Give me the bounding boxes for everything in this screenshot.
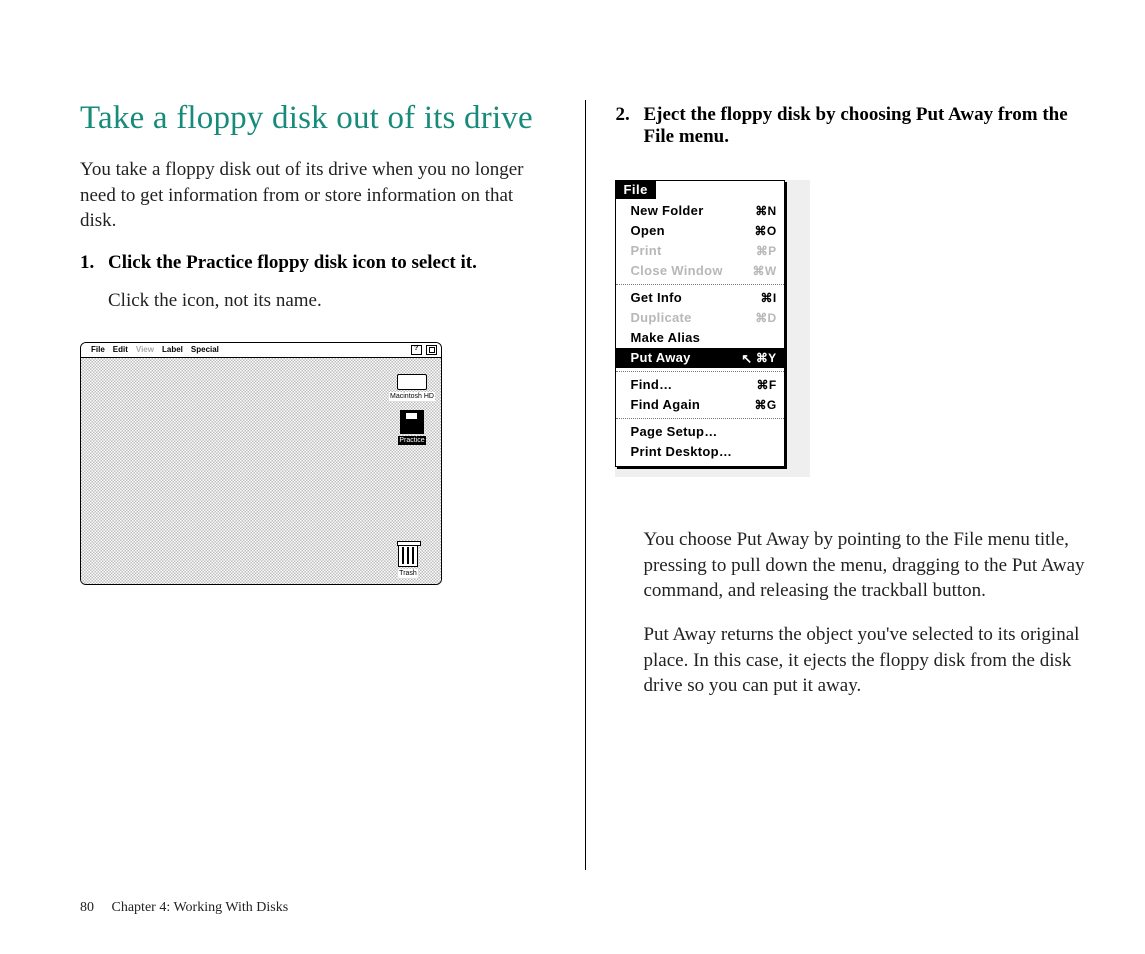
menubar-view: View: [136, 345, 154, 354]
file-menu-dropdown: File New Folder⌘NOpen⌘OPrint⌘PClose Wind…: [615, 180, 785, 467]
menu-item-shortcut: ⌘F: [757, 376, 777, 394]
menu-item-find[interactable]: Find… ⌘F: [616, 375, 784, 395]
step-2-number: 2.: [615, 104, 643, 148]
explanation-paragraph-1: You choose Put Away by pointing to the F…: [643, 527, 1085, 604]
menu-item-get-info[interactable]: Get Info ⌘I: [616, 288, 784, 308]
left-column: Take a floppy disk out of its drive You …: [80, 100, 585, 870]
menu-item-make-alias[interactable]: Make Alias: [616, 328, 784, 348]
menu-item-label: Print: [630, 242, 661, 260]
hard-disk-icon: [397, 374, 427, 390]
menu-item-find-again[interactable]: Find Again ⌘G: [616, 395, 784, 415]
menu-item-duplicate: Duplicate ⌘D: [616, 308, 784, 328]
menubar-special[interactable]: Special: [191, 345, 219, 354]
menu-item-close-window: Close Window ⌘W: [616, 261, 784, 281]
menu-item-print-desktop[interactable]: Print Desktop…: [616, 442, 784, 462]
menubar-label[interactable]: Label: [162, 345, 183, 354]
mouse-cursor-icon: ↖: [741, 350, 752, 368]
menu-item-shortcut: ⌘D: [755, 309, 776, 327]
menu-item-label: Close Window: [630, 262, 722, 280]
menu-item-label: Duplicate: [630, 309, 691, 327]
menu-item-shortcut: ⌘I: [761, 289, 777, 307]
menubar-file[interactable]: File: [91, 345, 105, 354]
explanation-paragraph-2: Put Away returns the object you've selec…: [643, 622, 1085, 699]
practice-floppy-icon[interactable]: Practice: [389, 410, 435, 445]
menu-item-label: New Folder: [630, 202, 703, 220]
desktop-screenshot: File Edit View Label Special Macintosh H…: [80, 342, 442, 585]
desktop-menubar: File Edit View Label Special: [81, 343, 441, 358]
menu-item-label: Make Alias: [630, 329, 700, 347]
menu-item-new-folder[interactable]: New Folder ⌘N: [616, 201, 784, 221]
macintosh-hd-icon[interactable]: Macintosh HD: [389, 374, 435, 401]
menu-item-put-away[interactable]: Put Away ↖⌘Y: [616, 348, 784, 368]
menu-item-label: Find Again: [630, 396, 700, 414]
page-footer: 80 Chapter 4: Working With Disks: [80, 900, 288, 916]
hd-label: Macintosh HD: [389, 392, 435, 401]
menu-item-page-setup[interactable]: Page Setup…: [616, 422, 784, 442]
floppy-disk-icon: [400, 410, 424, 434]
menu-separator: [616, 371, 784, 372]
step-2-text: Eject the floppy disk by choosing Put Aw…: [643, 104, 1085, 148]
menu-separator: [616, 284, 784, 285]
help-menu-icon[interactable]: [411, 345, 422, 355]
trash-label: Trash: [398, 569, 418, 578]
trash-can-icon[interactable]: Trash: [385, 544, 431, 578]
menu-item-shortcut: ⌘W: [753, 262, 777, 280]
application-menu-icon[interactable]: [426, 345, 437, 355]
menu-item-open[interactable]: Open ⌘O: [616, 221, 784, 241]
menu-item-label: Get Info: [630, 289, 682, 307]
file-menu-body: New Folder ⌘N Open ⌘O Print ⌘P Close Window ⌘W G…: [616, 199, 784, 466]
step-1-number: 1.: [80, 252, 108, 274]
step-1-subtext: Click the icon, not its name.: [108, 290, 550, 312]
menu-item-shortcut: ⌘O: [755, 222, 777, 240]
page-number: 80: [80, 900, 94, 915]
section-heading: Take a floppy disk out of its drive: [80, 100, 550, 137]
step-1-text: Click the Practice floppy disk icon to s…: [108, 252, 550, 274]
file-menu-title[interactable]: File: [615, 180, 655, 199]
two-column-layout: Take a floppy disk out of its drive You …: [80, 100, 1085, 870]
menu-item-label: Page Setup…: [630, 423, 717, 441]
intro-paragraph: You take a floppy disk out of its drive …: [80, 157, 550, 234]
step-2: 2. Eject the floppy disk by choosing Put…: [615, 104, 1085, 148]
chapter-title: Chapter 4: Working With Disks: [112, 900, 289, 915]
menu-item-print: Print ⌘P: [616, 241, 784, 261]
menu-item-label: Open: [630, 222, 664, 240]
menu-item-shortcut: ⌘G: [755, 396, 777, 414]
menu-item-shortcut: ⌘Y: [756, 349, 777, 367]
manual-page: Take a floppy disk out of its drive You …: [0, 0, 1145, 954]
file-menu-figure: File New Folder⌘NOpen⌘OPrint⌘PClose Wind…: [615, 180, 810, 477]
desktop-area: Macintosh HD Practice Trash: [81, 358, 441, 584]
menu-item-label: Print Desktop…: [630, 443, 732, 461]
menu-item-shortcut: ⌘N: [755, 202, 776, 220]
trash-icon: [398, 544, 418, 567]
menu-item-label: Put Away: [630, 349, 690, 367]
menu-item-shortcut: ⌘P: [756, 242, 777, 260]
menu-item-label: Find…: [630, 376, 672, 394]
menubar-edit[interactable]: Edit: [113, 345, 128, 354]
menu-separator: [616, 418, 784, 419]
floppy-label: Practice: [398, 436, 425, 445]
step-1: 1. Click the Practice floppy disk icon t…: [80, 252, 550, 274]
right-column: 2. Eject the floppy disk by choosing Put…: [585, 100, 1085, 870]
